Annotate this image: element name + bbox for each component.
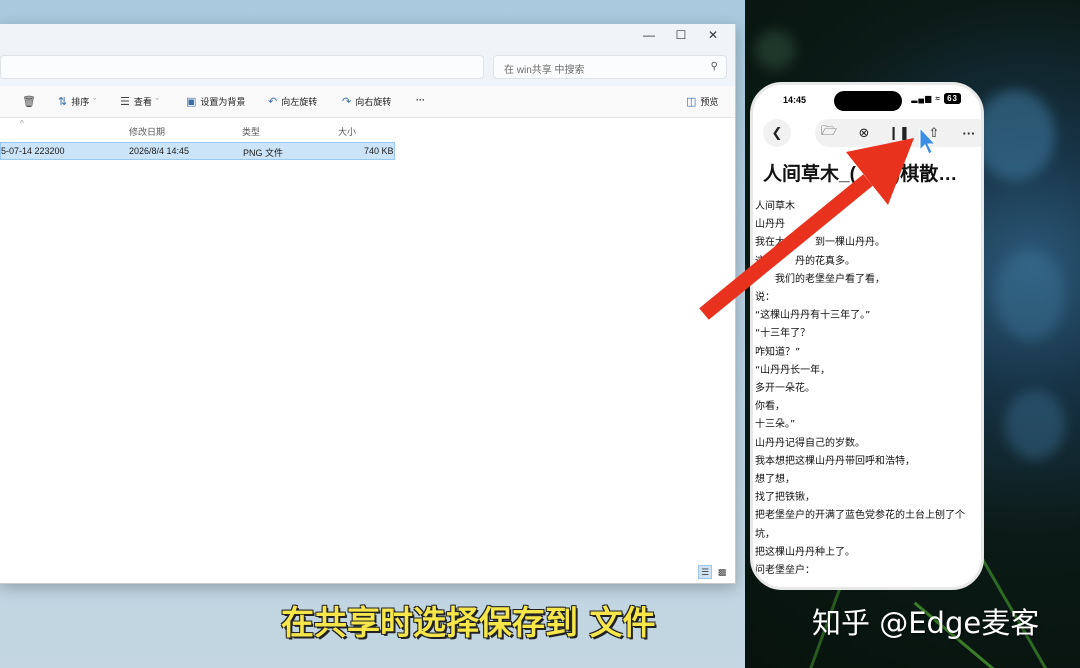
rotate-left-icon: ↶ <box>268 96 278 108</box>
search-placeholder: 在 win共享 中搜索 <box>504 65 585 76</box>
more-options-button[interactable]: ··· <box>416 95 425 105</box>
text-line: 山丹丹记得自己的岁数。 <box>755 437 865 449</box>
preview-pane-icon: ◫ <box>686 96 697 108</box>
document-title: 人间草木_( )棋散… <box>763 164 958 185</box>
audio-waveform-icon[interactable]: ❙❚ <box>887 121 911 145</box>
subtitle-caption: 在共享时选择保存到 文件 <box>281 603 656 642</box>
signal-icon: ▂▄▆ <box>911 94 933 103</box>
text-line: 山丹丹 <box>755 219 785 231</box>
text-line: “这棵山丹丹有十三年了。” <box>755 310 871 322</box>
text-line: 问老堡垒户： <box>755 565 815 577</box>
battery-icon: 63 <box>944 93 961 104</box>
file-name: 5-07-14 223200 <box>1 146 65 156</box>
column-size[interactable]: 大小 <box>338 125 356 138</box>
set-background-button[interactable]: ▣ 设置为背景 <box>186 95 245 108</box>
sort-button[interactable]: ⇅ 排序 ˇ <box>58 95 96 108</box>
status-time: 14:45 <box>783 95 807 105</box>
text-line: 说： <box>755 292 775 304</box>
sort-indicator-icon: ^ <box>20 119 24 128</box>
file-type: PNG 文件 <box>243 148 284 158</box>
address-input[interactable] <box>0 55 484 79</box>
status-bar: 14:45 ▂▄▆ ≈ 63 <box>753 85 981 117</box>
text-line: 十三朵。” <box>755 419 796 431</box>
rotate-left-label: 向左旋转 <box>281 97 318 107</box>
text-line: 多开一朵花。 <box>755 383 815 395</box>
text-line: 找了把铁锹， <box>755 492 815 504</box>
text-line: 人间草木 <box>755 201 795 212</box>
tiles-view-icon[interactable]: ▩ <box>715 565 729 579</box>
delete-button[interactable]: 🗑︎ <box>22 95 36 108</box>
sort-icon: ⇅ <box>58 96 68 108</box>
trash-icon: 🗑︎ <box>22 96 36 108</box>
actions-pill: 🗁︎ ⊗ ❙❚ ⇧ ··· <box>815 119 981 147</box>
chevron-left-icon: ❮ <box>771 125 783 140</box>
watermark: 知乎 @Edge麦客 <box>812 606 1040 640</box>
chevron-down-icon: ˇ <box>155 96 159 107</box>
window-controls: — ☐ ✕ <box>633 24 729 46</box>
phone-screen: 14:45 ▂▄▆ ≈ 63 ❮ 🗁︎ ⊗ ❙❚ ⇧ ··· 人间草木_( )棋… <box>750 82 984 590</box>
details-view-icon[interactable]: ☰ <box>698 565 712 579</box>
more-icon[interactable]: ··· <box>957 121 981 145</box>
dynamic-island <box>834 91 902 111</box>
text-line: 把老堡垒户的开满了蓝色党参花的土台上刨了个 <box>755 510 965 522</box>
text-line: 咋知道？” <box>755 346 801 358</box>
column-header: ^ 修改日期 类型 大小 <box>0 119 396 140</box>
bokeh-light <box>975 90 1055 180</box>
minimize-button[interactable]: — <box>633 24 665 46</box>
wallpaper-icon: ▣ <box>186 96 197 108</box>
set-background-label: 设置为背景 <box>200 97 246 107</box>
text-line: 把这棵山丹丹种上了。 <box>755 546 855 558</box>
preview-label: 预览 <box>700 97 719 107</box>
chevron-down-icon: ˇ <box>93 96 97 107</box>
rotate-right-icon: ↷ <box>342 96 352 108</box>
rotate-right-label: 向右旋转 <box>355 97 392 107</box>
rotate-left-button[interactable]: ↶ 向左旋转 <box>268 95 317 108</box>
close-button[interactable]: ✕ <box>697 24 729 46</box>
text-line: 这棵 丹的花真多。 <box>755 255 855 267</box>
text-line: 你看， <box>755 401 785 413</box>
address-bar-area: 在 win共享 中搜索 ⚲ <box>0 48 735 86</box>
view-button[interactable]: ☰ 查看 ˇ <box>120 95 159 108</box>
document-toolbar: ❮ 🗁︎ ⊗ ❙❚ ⇧ ··· <box>763 119 981 147</box>
search-icon[interactable]: ⚲ <box>711 61 718 72</box>
view-toggle: ☰ ▩ <box>698 565 729 579</box>
back-button[interactable]: ❮ <box>763 119 791 147</box>
status-icons: ▂▄▆ ≈ 63 <box>911 93 961 104</box>
text-line: 坑， <box>755 528 775 540</box>
text-line: 想了想， <box>755 474 795 486</box>
command-bar: 🗑︎ ⇅ 排序 ˇ ☰ 查看 ˇ ▣ 设置为背景 ↶ 向左旋转 ↷ 向右旋转 ·… <box>0 86 735 118</box>
text-line: “山丹丹长一年， <box>755 364 831 376</box>
text-line: “十三年了？ <box>755 328 811 340</box>
sort-label: 排序 <box>71 97 90 107</box>
markup-icon[interactable]: ⊗ <box>852 121 876 145</box>
bokeh-light <box>995 250 1065 340</box>
search-input[interactable]: 在 win共享 中搜索 ⚲ <box>493 55 727 79</box>
wifi-icon: ≈ <box>935 94 941 103</box>
maximize-button[interactable]: ☐ <box>665 24 697 46</box>
file-date: 2026/8/4 14:45 <box>129 146 190 156</box>
text-line: 我本想把这棵山丹丹带回呼和浩特， <box>755 455 915 467</box>
view-list-icon: ☰ <box>120 96 130 108</box>
view-label: 查看 <box>133 97 152 107</box>
text-line: 我们的老堡垒户看了看， <box>755 273 885 285</box>
file-explorer-window: — ☐ ✕ 在 win共享 中搜索 ⚲ 🗑︎ ⇅ 排序 ˇ ☰ 查看 ˇ ▣ 设… <box>0 24 736 584</box>
column-type[interactable]: 类型 <box>242 125 260 138</box>
file-size: 740 KB <box>364 146 394 156</box>
title-bar: — ☐ ✕ <box>0 24 735 48</box>
column-date-modified[interactable]: 修改日期 <box>129 125 165 138</box>
share-icon[interactable]: ⇧ <box>922 121 946 145</box>
bokeh-light <box>1005 390 1065 460</box>
folder-icon[interactable]: 🗁︎ <box>817 121 841 145</box>
document-body: 人间草木 山丹丹 我在大青 到一棵山丹丹。 这棵 丹的花真多。 我们的老堡垒户看… <box>753 198 981 580</box>
file-row-selected[interactable]: 5-07-14 223200 2026/8/4 14:45 PNG 文件 740… <box>0 142 395 160</box>
text-line: 我在大青 到一棵山丹丹。 <box>755 237 885 249</box>
bokeh-light <box>755 30 795 70</box>
rotate-right-button[interactable]: ↷ 向右旋转 <box>342 95 391 108</box>
preview-button[interactable]: ◫ 预览 <box>686 95 718 108</box>
